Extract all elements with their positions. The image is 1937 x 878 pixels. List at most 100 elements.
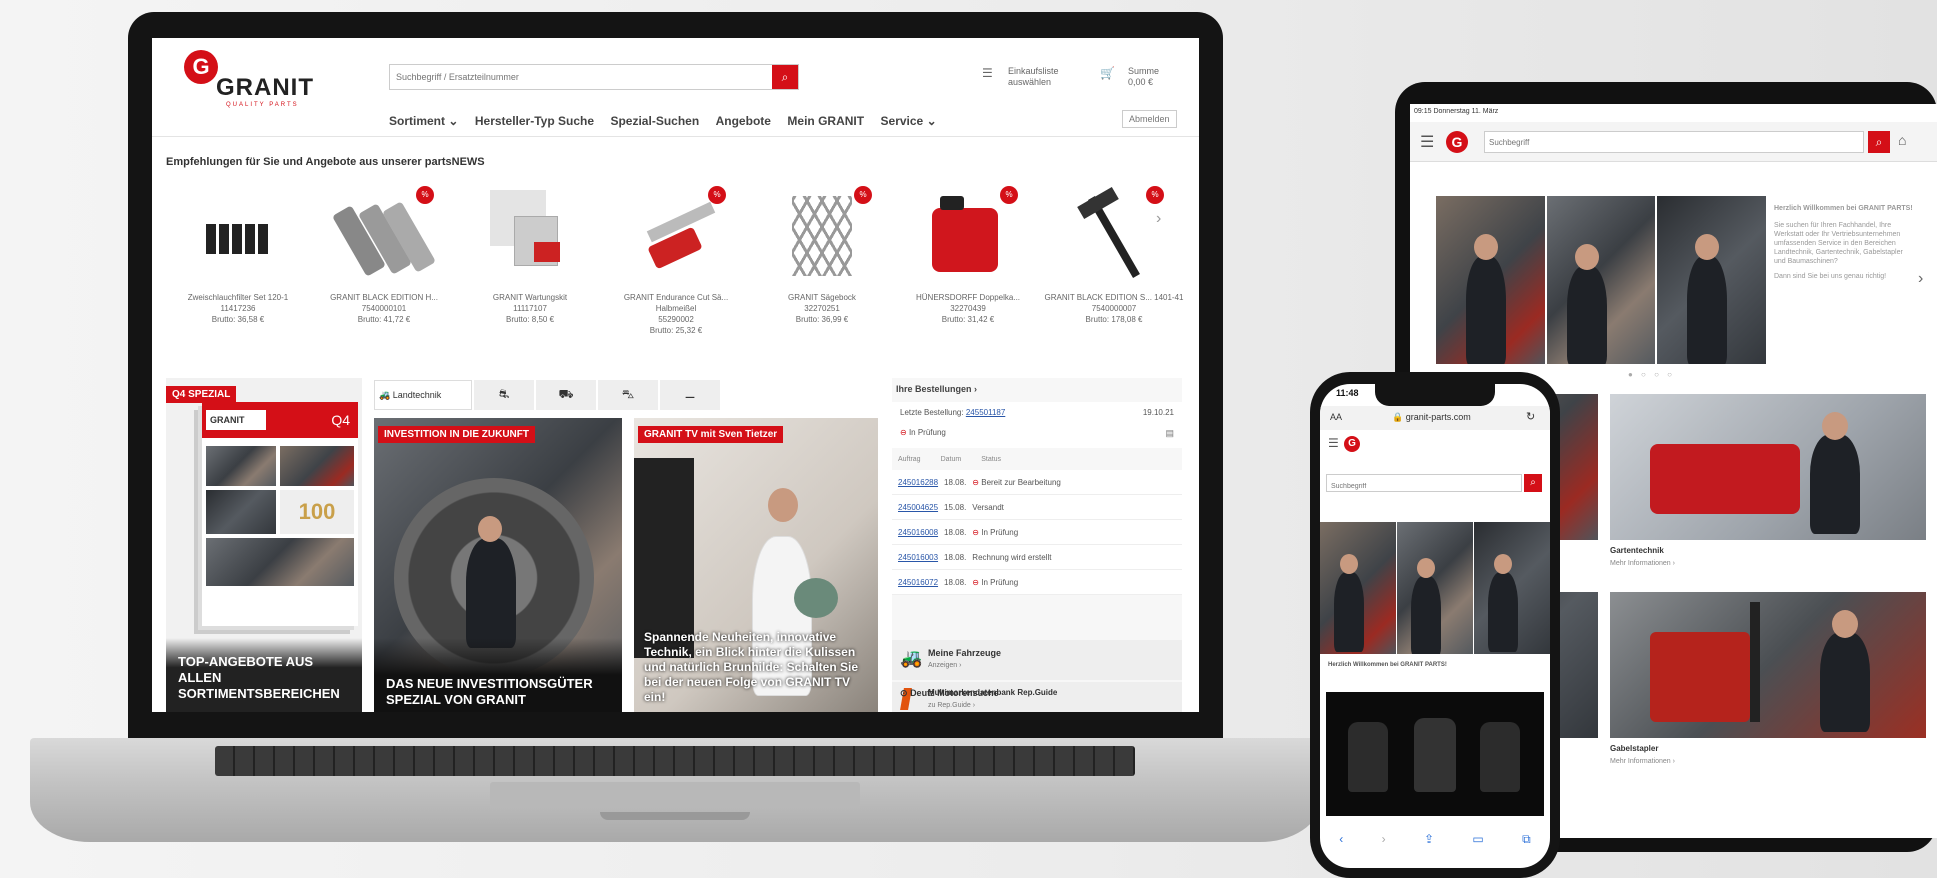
search-bar: ⌕ — [389, 64, 799, 90]
phone-clock: 11:48 — [1336, 388, 1359, 398]
tablet-cat-gabelstapler-link[interactable]: Mehr Informationen › — [1610, 758, 1675, 765]
tablet-hero-images — [1436, 196, 1767, 364]
product-price: Brutto: 36,58 € — [211, 315, 265, 324]
product-card[interactable]: Zweischlauchfilter Set 120-1 11417236 Br… — [166, 176, 310, 325]
product-card[interactable]: % HÜNERSDORFF Doppelka... 32270439 Brutt… — [896, 176, 1040, 325]
product-name: GRANIT Sägebock — [788, 293, 856, 302]
share-icon[interactable]: ⇪ — [1424, 832, 1434, 846]
search-icon[interactable]: ⌕ — [1524, 474, 1542, 492]
offer-badge: % — [1000, 186, 1018, 204]
table-row[interactable]: 245004625 15.08. Versandt — [892, 495, 1182, 520]
tab-baumaschinen[interactable]: ⛟ — [536, 380, 596, 410]
tab-gartentechnik[interactable]: ⛐ — [474, 380, 534, 410]
back-icon[interactable]: ‹ — [1339, 832, 1343, 846]
granit-logo[interactable]: G GRANIT QUALITY PARTS — [184, 50, 324, 110]
orders-table: 245016288 18.08. ⊖ Bereit zur Bearbeitung … — [892, 470, 1182, 595]
search-icon[interactable]: ⌕ — [1868, 131, 1890, 153]
tv-promo-card[interactable]: GRANIT TV mit Sven Tietzer Spannende Neu… — [634, 418, 878, 712]
cart-icon[interactable]: ⌂ — [1898, 132, 1906, 148]
tablet-welcome: Herzlich Willkommen bei GRANIT PARTS! Si… — [1774, 204, 1914, 281]
reload-icon[interactable]: ↻ — [1526, 410, 1535, 423]
engine-icon: ⊙ — [900, 688, 908, 698]
logo-mark[interactable]: G — [1446, 131, 1468, 153]
product-card[interactable]: % GRANIT Endurance Cut Sä... Halbmeißel … — [604, 176, 748, 336]
logo-tagline: QUALITY PARTS — [226, 102, 299, 108]
logout-button[interactable]: Abmelden — [1122, 110, 1177, 128]
tablet-welcome-link[interactable]: Dann sind Sie bei uns genau richtig! — [1774, 272, 1914, 281]
last-order-date: 19.10.21 — [1142, 408, 1174, 417]
search-button[interactable]: ⌕ — [772, 65, 798, 89]
nav-mein-granit[interactable]: Mein GRANIT — [787, 114, 864, 128]
document-icon[interactable]: ▤ — [1165, 428, 1174, 439]
tablet-header: ☰ G ⌕ ⌂ — [1410, 122, 1937, 162]
phone-screen: 11:48 AA 🔒 granit-parts.com ↻ ☰ G ⌕ Herz… — [1320, 384, 1550, 868]
tab-motorgeraete[interactable]: ⚊ — [660, 380, 720, 410]
table-row[interactable]: 245016003 18.08. Rechnung wird erstellt — [892, 545, 1182, 570]
chainsaw-icon: ⚊ — [684, 387, 696, 401]
product-card[interactable]: % GRANIT BLACK EDITION H... 7540000101 B… — [312, 176, 456, 325]
nav-sortiment[interactable]: Sortiment ⌄ — [389, 114, 458, 128]
nav-spezial-suchen[interactable]: Spezial-Suchen — [610, 114, 699, 128]
product-price: Brutto: 36,99 € — [795, 315, 849, 324]
product-price: Brutto: 8,50 € — [505, 315, 555, 324]
carousel-dots[interactable]: ● ○ ○ ○ — [1628, 370, 1675, 379]
tractor-icon: 🚜 — [900, 648, 923, 668]
product-image — [188, 186, 288, 286]
bookmarks-icon[interactable]: ▭ — [1472, 832, 1483, 846]
offer-badge: % — [708, 186, 726, 204]
product-name: HÜNERSDORFF Doppelka... — [915, 293, 1021, 302]
table-row[interactable]: 245016288 18.08. ⊖ Bereit zur Bearbeitung — [892, 470, 1182, 495]
product-card[interactable]: % GRANIT BLACK EDITION S... 1401-41 7540… — [1042, 176, 1186, 325]
product-price: Brutto: 31,42 € — [941, 315, 995, 324]
tab-landtechnik[interactable]: 🚜 Landtechnik — [374, 380, 472, 410]
my-vehicles-link[interactable]: 🚜 Meine Fahrzeuge Anzeigen › — [892, 640, 1182, 680]
nav-angebote[interactable]: Angebote — [716, 114, 771, 128]
q4-promo-card[interactable]: Q4 SPEZIAL GRANIT Q4 100 TOP-ANGEBOTE AU… — [166, 378, 362, 712]
nav-service[interactable]: Service ⌄ — [881, 114, 937, 128]
product-sku: 55290002 — [658, 315, 694, 324]
phone-seats-image[interactable] — [1326, 692, 1544, 816]
table-row[interactable]: 245016072 18.08. ⊖ In Prüfung — [892, 570, 1182, 595]
laptop-keyboard — [215, 746, 1135, 776]
tablet-search-input[interactable] — [1485, 132, 1863, 152]
orders-panel: Ihre Bestellungen › Letzte Bestellung: 2… — [892, 378, 1182, 712]
carousel-next-arrow[interactable]: › — [1156, 210, 1161, 228]
tv-tag: GRANIT TV mit Sven Tietzer — [638, 426, 784, 443]
nav-hersteller-typ-suche[interactable]: Hersteller-Typ Suche — [475, 114, 594, 128]
product-card[interactable]: % GRANIT Sägebock 32270251 Brutto: 36,99… — [750, 176, 894, 325]
mower-icon: ⛐ — [498, 387, 510, 401]
tablet-cat-gartentechnik-link[interactable]: Mehr Informationen › — [1610, 560, 1675, 567]
tv-text: Spannende Neuheiten, innovative Technik,… — [644, 630, 859, 704]
last-order-status: In Prüfung — [908, 428, 946, 437]
reader-button[interactable]: AA — [1330, 412, 1342, 422]
product-card[interactable]: GRANIT Wartungskit 11117107 Brutto: 8,50… — [458, 176, 602, 325]
tablet-cat-gartentechnik[interactable]: Gartentechnik — [1610, 546, 1664, 555]
menu-icon[interactable]: ☰ — [1328, 436, 1339, 450]
recommend-heading: Empfehlungen für Sie und Angebote aus un… — [166, 156, 485, 168]
product-sku: 32270251 — [804, 304, 840, 313]
invest-promo-card[interactable]: INVESTITION IN DIE ZUKUNFT DAS NEUE INVE… — [374, 418, 622, 712]
search-input[interactable] — [390, 65, 772, 89]
list-icon: ☰ — [982, 66, 993, 80]
product-image: % — [331, 186, 437, 286]
product-image: % — [626, 186, 726, 286]
table-row[interactable]: 245016008 18.08. ⊖ In Prüfung — [892, 520, 1182, 545]
tablet-cat-gabelstapler[interactable]: Gabelstapler — [1610, 744, 1658, 753]
phone-url[interactable]: 🔒 granit-parts.com — [1392, 412, 1471, 423]
tab-gabelstapler[interactable]: ⛍ — [598, 380, 658, 410]
tabs-icon[interactable]: ⧉ — [1522, 832, 1531, 847]
tablet-gartentechnik-image[interactable] — [1610, 394, 1926, 540]
carousel-next-arrow[interactable]: › — [1918, 270, 1923, 288]
forward-icon[interactable]: › — [1382, 832, 1386, 846]
category-tabs: 🚜 Landtechnik ⛐ ⛟ ⛍ ⚊ — [374, 380, 756, 410]
tablet-gabelstapler-image[interactable] — [1610, 592, 1926, 738]
product-sku: 32270439 — [950, 304, 986, 313]
product-image — [480, 186, 580, 286]
logo-mark[interactable]: G — [1344, 436, 1360, 452]
last-order-number[interactable]: 245501187 — [966, 408, 1005, 417]
last-order-box: Letzte Bestellung: 245501187 19.10.21 ⊖ … — [892, 402, 1182, 448]
orders-heading[interactable]: Ihre Bestellungen › — [896, 384, 977, 394]
menu-icon[interactable]: ☰ — [1420, 132, 1434, 152]
tractor-icon: 🚜 — [379, 390, 391, 400]
phone-search-input[interactable] — [1327, 483, 1521, 490]
